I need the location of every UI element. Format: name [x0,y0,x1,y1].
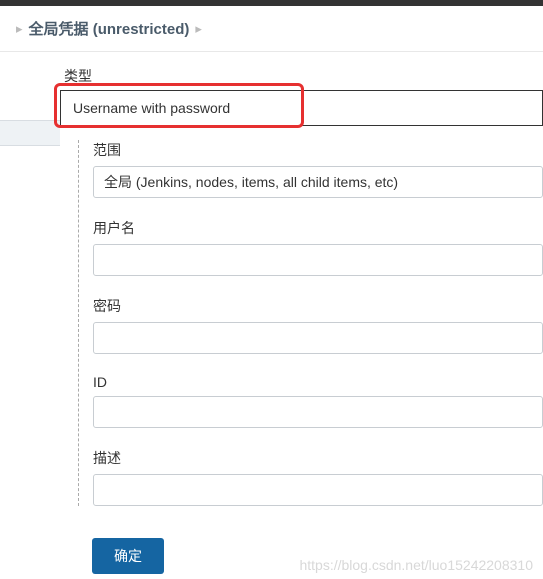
description-field: 描述 [93,448,543,506]
watermark-text: https://blog.csdn.net/luo15242208310 [299,557,533,573]
nested-fields: 范围 全局 (Jenkins, nodes, items, all child … [78,140,543,506]
id-field: ID [93,374,543,428]
scope-select[interactable]: 全局 (Jenkins, nodes, items, all child ite… [93,166,543,198]
type-select-value: Username with password [73,100,230,116]
breadcrumb: ▸ 全局凭据 (unrestricted) ▸ [0,6,543,52]
username-field: 用户名 [93,218,543,276]
id-input[interactable] [93,396,543,428]
password-input[interactable] [93,322,543,354]
username-label: 用户名 [93,218,543,238]
scope-select-value: 全局 (Jenkins, nodes, items, all child ite… [104,172,398,192]
scope-label: 范围 [93,140,543,160]
sidebar-active-marker [0,120,60,146]
breadcrumb-label[interactable]: 全局凭据 (unrestricted) [29,18,190,39]
chevron-right-icon: ▸ [16,21,23,37]
form-area: 类型 Username with password 范围 全局 (Jenkins… [60,52,543,574]
username-input[interactable] [93,244,543,276]
left-sidebar [0,52,60,574]
description-input[interactable] [93,474,543,506]
submit-button[interactable]: 确定 [92,538,164,574]
scope-field: 范围 全局 (Jenkins, nodes, items, all child … [93,140,543,198]
password-label: 密码 [93,296,543,316]
description-label: 描述 [93,448,543,468]
id-label: ID [93,374,543,390]
content-area: 类型 Username with password 范围 全局 (Jenkins… [0,52,543,574]
password-field: 密码 [93,296,543,354]
type-select[interactable]: Username with password [60,90,543,126]
chevron-right-icon: ▸ [195,21,202,37]
type-label: 类型 [60,66,543,86]
